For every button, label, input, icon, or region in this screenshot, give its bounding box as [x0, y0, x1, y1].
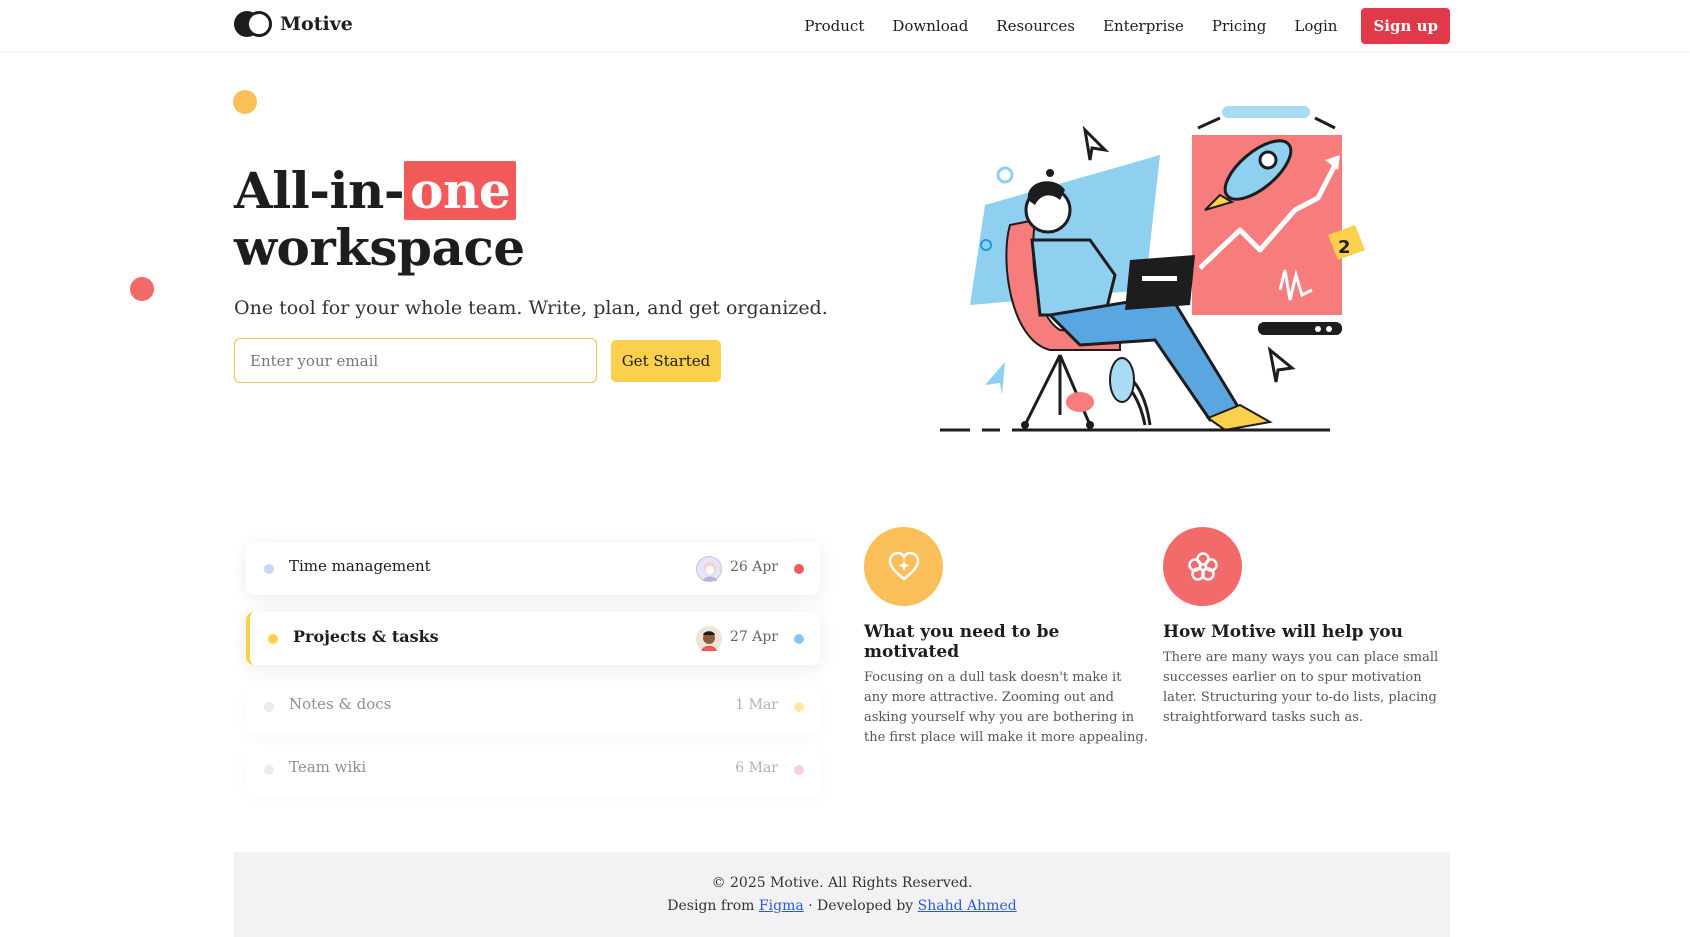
svg-text:2: 2	[1338, 237, 1351, 258]
main-nav: Product Download Resources Enterprise Pr…	[776, 8, 1450, 44]
nav-pricing[interactable]: Pricing	[1212, 10, 1267, 42]
feature-motivation: What you need to be motivated Focusing o…	[864, 527, 1149, 748]
feature-text: Focusing on a dull task doesn't make it …	[864, 670, 1148, 745]
status-dot	[794, 634, 804, 644]
status-dot	[794, 765, 804, 775]
feature-title: How Motive will help you	[1163, 622, 1403, 642]
copyright-text: © 2025 Motive. All Rights Reserved.	[711, 875, 973, 891]
nav-enterprise[interactable]: Enterprise	[1103, 10, 1184, 42]
brand-logo[interactable]: Motive	[234, 11, 353, 37]
get-started-button[interactable]: Get Started	[611, 340, 721, 382]
task-row[interactable]: Time management 26 Apr	[246, 542, 820, 595]
task-row[interactable]: Projects & tasks 27 Apr	[246, 612, 820, 665]
site-header: Motive Product Download Resources Enterp…	[0, 0, 1690, 51]
logo-icon	[234, 11, 272, 37]
nav-product[interactable]: Product	[804, 10, 864, 42]
brand-name: Motive	[280, 13, 353, 35]
task-row[interactable]: Team wiki 6 Mar	[246, 743, 820, 796]
decorative-dot-orange	[233, 90, 257, 114]
nav-resources[interactable]: Resources	[996, 10, 1075, 42]
flower-icon	[1163, 527, 1242, 606]
hero-subtitle: One tool for your whole team. Write, pla…	[234, 297, 828, 319]
decorative-dot-red	[130, 277, 154, 301]
task-row[interactable]: Notes & docs 1 Mar	[246, 680, 820, 733]
figma-link[interactable]: Figma	[759, 898, 804, 914]
email-input[interactable]	[234, 338, 597, 383]
task-bullet	[264, 564, 274, 574]
task-name: Projects & tasks	[293, 627, 439, 646]
task-date: 26 Apr	[729, 559, 778, 575]
task-bullet	[264, 702, 274, 712]
title-highlight: one	[404, 161, 517, 220]
task-date: 1 Mar	[735, 697, 778, 713]
task-name: Notes & docs	[289, 695, 392, 713]
developer-link[interactable]: Shahd Ahmed	[918, 898, 1017, 914]
site-footer: © 2025 Motive. All Rights Reserved. Desi…	[234, 852, 1450, 937]
task-bullet	[264, 765, 274, 775]
nav-login[interactable]: Login	[1294, 10, 1337, 42]
avatar	[696, 626, 722, 652]
task-name: Time management	[289, 557, 431, 575]
signup-button[interactable]: Sign up	[1361, 8, 1450, 44]
status-dot	[794, 564, 804, 574]
credit-text: Design from Figma · Developed by Shahd A…	[667, 898, 1017, 914]
avatar	[696, 556, 722, 582]
feature-how-it-helps: How Motive will help you There are many …	[1163, 527, 1448, 728]
nav-download[interactable]: Download	[892, 10, 968, 42]
task-date: 27 Apr	[729, 629, 778, 645]
feature-text: There are many ways you can place small …	[1163, 650, 1439, 725]
hero-title: All-in-one workspace	[234, 161, 525, 277]
feature-title: What you need to be motivated	[864, 622, 1060, 662]
task-name: Team wiki	[289, 758, 367, 776]
task-date: 6 Mar	[735, 760, 778, 776]
status-dot	[794, 702, 804, 712]
heart-sparkle-icon	[864, 527, 943, 606]
task-bullet	[268, 634, 278, 644]
hero-illustration: 2	[940, 106, 1365, 432]
